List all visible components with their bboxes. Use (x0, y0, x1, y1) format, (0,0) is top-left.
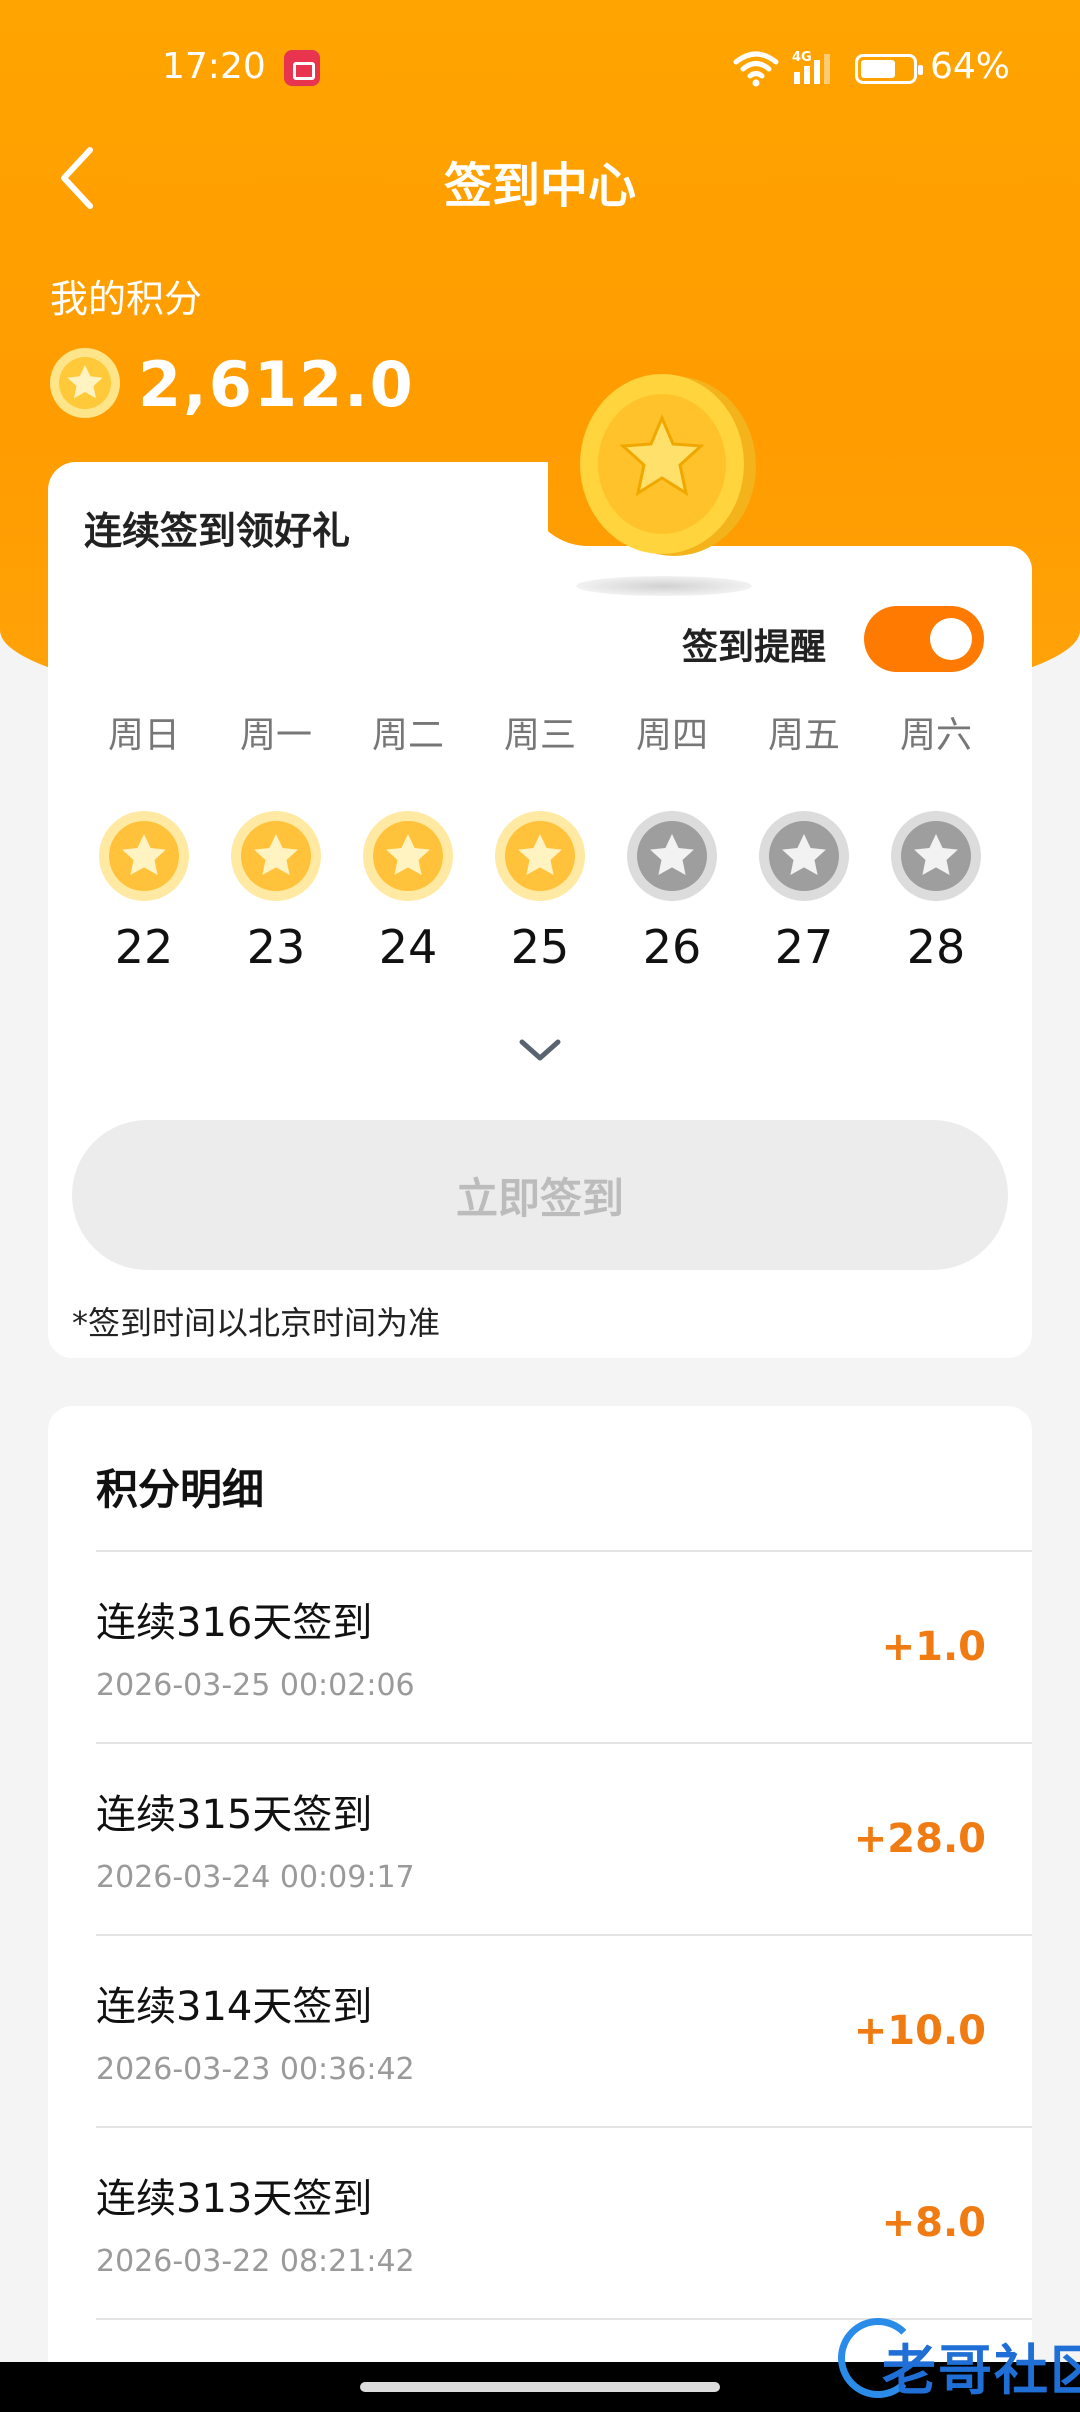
detail-name: 连续314天签到 (96, 1984, 373, 2030)
silver-star-coin-icon (759, 811, 849, 901)
battery-icon (855, 54, 923, 84)
battery-percentage: 64% (930, 46, 1011, 87)
day-date: 27 (774, 920, 834, 974)
day-name: 周二 (371, 715, 444, 756)
checkin-now-button[interactable]: 立即签到 (72, 1120, 1008, 1270)
detail-points: +1.0 (881, 1624, 986, 1670)
checkin-time-note: *签到时间以北京时间为准 (72, 1304, 441, 1342)
detail-points: +28.0 (853, 1816, 986, 1862)
day-date: 28 (906, 920, 966, 974)
points-value: 2,612.0 (138, 348, 415, 421)
detail-time: 2026-03-25 00:02:06 (96, 1668, 415, 1703)
points-details-title: 积分明细 (96, 1465, 265, 1514)
day-saturday: 周六 28 (870, 708, 1002, 978)
day-tuesday: 周二 24 (342, 708, 474, 978)
day-thursday: 周四 26 (606, 708, 738, 978)
cell-signal-icon: 4G (792, 50, 830, 84)
day-name: 周六 (899, 715, 972, 756)
day-wednesday: 周三 25 (474, 708, 606, 978)
reminder-label: 签到提醒 (682, 627, 827, 668)
day-name: 周日 (107, 715, 180, 756)
day-name: 周一 (239, 715, 312, 756)
list-item: 连续314天签到 2026-03-23 00:36:42 +10.0 (96, 1934, 1032, 2126)
list-item: 连续315天签到 2026-03-24 00:09:17 +28.0 (96, 1742, 1032, 1934)
page-title: 签到中心 (443, 158, 636, 214)
detail-time: 2026-03-22 08:21:42 (96, 2244, 415, 2279)
watermark-text: 老哥社区 (882, 2339, 1080, 2402)
silver-star-coin-icon (891, 811, 981, 901)
silver-star-coin-icon (627, 811, 717, 901)
detail-points: +8.0 (881, 2200, 986, 2246)
detail-name: 连续316天签到 (96, 1600, 373, 1646)
coin-shadow (576, 576, 752, 596)
detail-name: 连续313天签到 (96, 2176, 373, 2222)
chevron-down-icon[interactable] (516, 1034, 564, 1070)
home-indicator[interactable] (360, 2382, 720, 2392)
watermark: 老哥社区 (830, 2312, 1080, 2412)
day-date: 23 (246, 920, 306, 974)
day-date: 25 (510, 920, 570, 974)
day-name: 周四 (635, 715, 708, 756)
gold-star-coin-icon (495, 811, 585, 901)
list-item: 连续313天签到 2026-03-22 08:21:42 +8.0 (96, 2126, 1032, 2318)
wifi-icon (733, 51, 779, 87)
day-name: 周五 (767, 715, 840, 756)
week-calendar: 周日 22 周一 23 周二 24 周三 25 周四 26 周五 27 周六 2… (78, 708, 1002, 978)
detail-time: 2026-03-23 00:36:42 (96, 2052, 415, 2087)
gold-star-coin-icon (231, 811, 321, 901)
checkin-card-title: 连续签到领好礼 (84, 509, 351, 553)
list-item: 连续316天签到 2026-03-25 00:02:06 +1.0 (96, 1550, 1032, 1742)
signal-type-label: 4G (792, 50, 812, 65)
status-bar: 17:20 4G 64% (0, 0, 1080, 140)
status-time: 17:20 (162, 46, 266, 87)
points-label: 我的积分 (50, 277, 203, 321)
points-coin-icon (50, 348, 120, 418)
day-sunday: 周日 22 (78, 708, 210, 978)
gold-star-coin-icon (363, 811, 453, 901)
points-details-list: 连续316天签到 2026-03-25 00:02:06 +1.0 连续315天… (96, 1550, 1032, 2318)
detail-points: +10.0 (853, 2008, 986, 2054)
detail-name: 连续315天签到 (96, 1792, 373, 1838)
day-date: 24 (378, 920, 438, 974)
screen-record-icon (284, 50, 320, 86)
detail-time: 2026-03-24 00:09:17 (96, 1860, 415, 1895)
gold-coin-icon (580, 374, 756, 556)
day-monday: 周一 23 (210, 708, 342, 978)
day-friday: 周五 27 (738, 708, 870, 978)
day-name: 周三 (503, 715, 576, 756)
reminder-toggle[interactable] (864, 606, 984, 672)
gold-star-coin-icon (99, 811, 189, 901)
day-date: 22 (114, 920, 174, 974)
day-date: 26 (642, 920, 702, 974)
